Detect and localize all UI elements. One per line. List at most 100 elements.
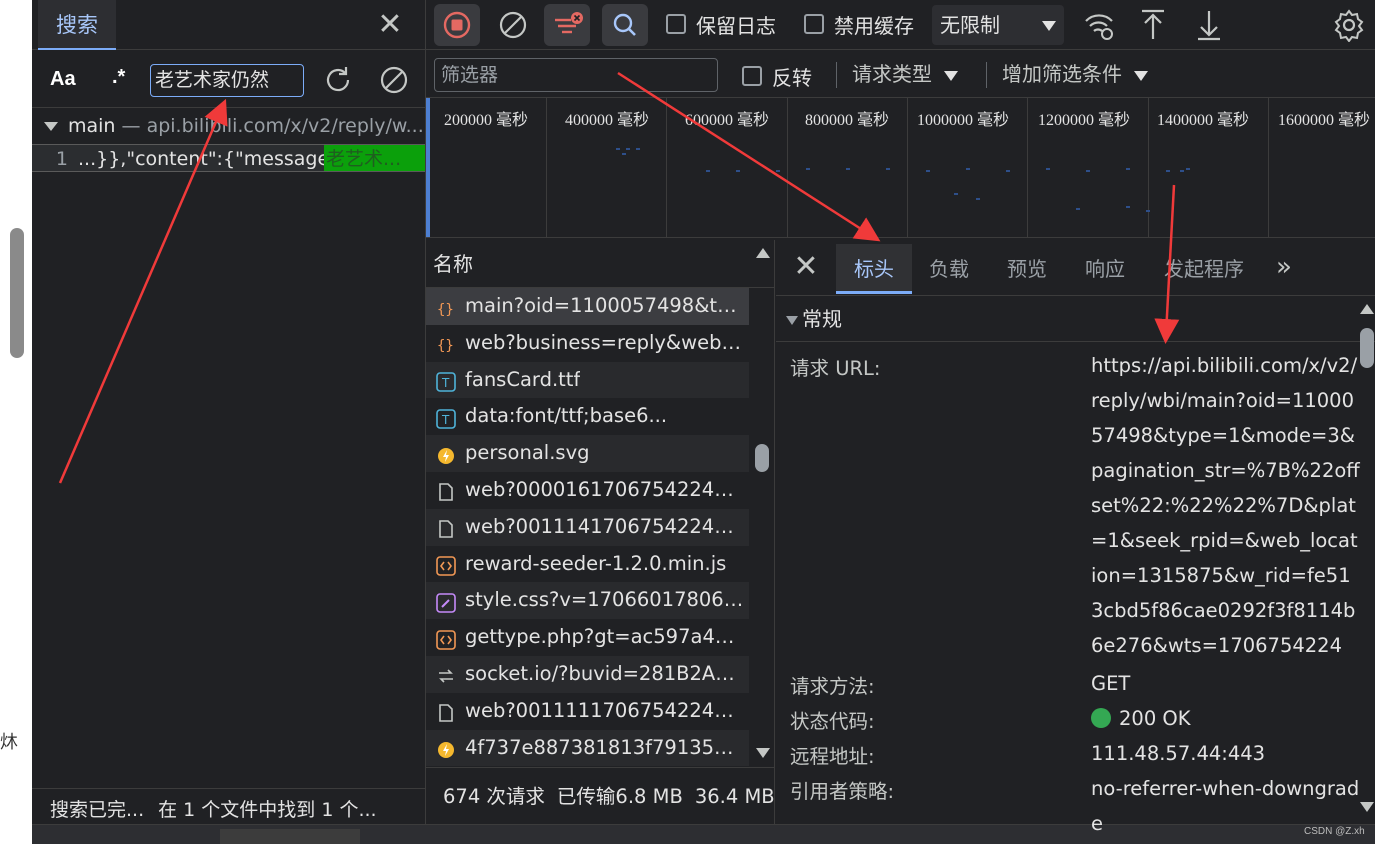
drawer-tab[interactable]	[220, 829, 360, 844]
filter-input[interactable]: 筛选器	[434, 58, 718, 92]
overview-activity-mark	[1180, 170, 1184, 172]
scroll-thumb[interactable]	[755, 444, 769, 472]
script-icon	[436, 552, 456, 576]
request-row[interactable]: style.css?v=1706601780666	[426, 582, 749, 620]
scroll-down-icon[interactable]	[756, 748, 770, 758]
record-stop-button[interactable]	[434, 4, 480, 46]
tab-search[interactable]: 搜索	[38, 0, 116, 50]
network-overview[interactable]: 200000 毫秒 400000 毫秒 600000 毫秒 800000 毫秒 …	[426, 98, 1375, 238]
scroll-down-icon[interactable]	[1360, 802, 1374, 812]
overview-window-handle[interactable]	[426, 98, 430, 237]
overview-gridline	[1027, 98, 1028, 237]
image-icon	[436, 442, 456, 464]
tab-initiator[interactable]: 发起程序	[1152, 244, 1256, 294]
request-row[interactable]: web?000016170675422449...	[426, 472, 749, 509]
search-status-found: 在 1 个文件中找到 1 个...	[158, 799, 377, 821]
details-scrollbar[interactable]	[1358, 296, 1375, 824]
download-icon[interactable]	[1194, 8, 1224, 42]
overview-activity-mark	[616, 148, 620, 150]
search-input[interactable]: 老艺术家仍然	[150, 64, 304, 97]
request-row[interactable]: personal.svg	[426, 435, 749, 472]
section-general[interactable]: 常规	[776, 296, 1375, 342]
upload-icon[interactable]	[1138, 8, 1168, 42]
status-code-label: 状态代码:	[790, 710, 875, 733]
search-result-file[interactable]: main — api.bilibili.com/x/v2/reply/w...	[32, 108, 425, 144]
search-result-match[interactable]: 1 ...}},"content":{"message":" 老艺术...	[32, 144, 425, 172]
json-icon: {}	[436, 295, 456, 318]
gear-icon[interactable]	[1332, 8, 1366, 42]
overview-gridline	[1268, 98, 1269, 237]
expand-triangle-icon[interactable]	[44, 122, 58, 131]
filter-separator	[836, 62, 837, 88]
overview-activity-mark	[1146, 210, 1150, 212]
request-row[interactable]: 4f737e887381813f7913522c...	[426, 729, 749, 767]
result-file-url: — api.bilibili.com/x/v2/reply/w...	[115, 115, 424, 137]
request-name: web?business=reply&web_l...	[465, 330, 745, 354]
close-icon[interactable]: ✕	[792, 252, 820, 282]
disable-cache-checkbox[interactable]	[804, 14, 824, 34]
request-method-row: 请求方法: GET	[776, 666, 1356, 701]
request-name: data:font/ttf;base6...	[465, 404, 668, 428]
request-row[interactable]: socket.io/?buvid=281B2A4B...	[426, 655, 749, 693]
request-list-scrollbar[interactable]	[752, 240, 774, 767]
invert-checkbox[interactable]	[742, 66, 762, 86]
overview-tick-label: 1200000 毫秒	[1038, 112, 1131, 129]
more-filters-dropdown[interactable]: 增加筛选条件	[1002, 58, 1148, 87]
request-name: 4f737e887381813f7913522c...	[465, 735, 745, 759]
scroll-thumb[interactable]	[1360, 328, 1374, 368]
request-row[interactable]: web?001111170675422474...	[426, 693, 749, 730]
request-row[interactable]: reward-seeder-1.2.0.min.js	[426, 546, 749, 583]
page-background-strip: 炑	[0, 0, 32, 844]
tab-response[interactable]: 响应	[1070, 244, 1140, 294]
stylesheet-icon	[436, 589, 456, 613]
status-code-value[interactable]: 200 OK	[1119, 707, 1191, 730]
filter-separator	[986, 62, 987, 88]
network-conditions-icon[interactable]	[1082, 8, 1116, 42]
request-type-dropdown[interactable]: 请求类型	[852, 58, 958, 87]
page-scrollbar[interactable]	[10, 228, 24, 358]
remote-address-value[interactable]: 111.48.57.44:443	[1091, 736, 1361, 771]
match-case-button[interactable]: Aa	[50, 68, 76, 91]
remote-address-row: 远程地址: 111.48.57.44:443	[776, 736, 1356, 771]
tab-preview[interactable]: 预览	[992, 244, 1062, 294]
more-tabs-icon[interactable]: »	[1276, 252, 1292, 282]
tab-headers[interactable]: 标头	[836, 244, 912, 294]
request-row[interactable]: web?001114170675422458...	[426, 508, 749, 546]
tab-payload[interactable]: 负载	[914, 244, 984, 294]
overview-activity-mark	[926, 170, 930, 172]
search-button[interactable]	[602, 4, 648, 46]
chevron-down-icon	[1042, 21, 1056, 31]
transferred-size: 已传输6.8 MB	[556, 785, 683, 808]
scroll-up-icon[interactable]	[1360, 304, 1374, 314]
request-row[interactable]: Tdata:font/ttf;base6...	[426, 398, 749, 435]
json-icon: {}	[436, 331, 456, 354]
chevron-down-icon	[944, 70, 958, 81]
request-row[interactable]: gettype.php?gt=ac597a450...	[426, 619, 749, 656]
search-toolbar: Aa .* 老艺术家仍然	[32, 50, 425, 108]
request-name: socket.io/?buvid=281B2A4B...	[465, 662, 745, 686]
font-icon: T	[436, 405, 456, 429]
filter-toggle-button[interactable]	[544, 4, 590, 46]
request-row[interactable]: TfansCard.ttf	[426, 361, 749, 399]
status-code-value-wrap: 200 OK	[1091, 701, 1361, 736]
column-header-name[interactable]: 名称	[426, 240, 774, 288]
request-name: web?001114170675422458...	[465, 514, 745, 538]
request-url-value[interactable]: https://api.bilibili.com/x/v2/reply/wbi/…	[1091, 348, 1361, 663]
overview-activity-mark	[966, 168, 970, 170]
overview-gridline	[787, 98, 788, 237]
overview-activity-mark	[1126, 168, 1130, 170]
regex-button[interactable]: .*	[112, 66, 125, 89]
request-row[interactable]: {} web?business=reply&web_l...	[426, 325, 749, 362]
request-name: fansCard.ttf	[465, 367, 581, 391]
scroll-up-icon[interactable]	[756, 248, 770, 258]
close-icon[interactable]: ✕	[376, 10, 404, 40]
clear-log-button[interactable]	[490, 4, 536, 46]
clear-icon[interactable]	[378, 64, 410, 96]
request-method-value[interactable]: GET	[1091, 666, 1361, 701]
throttle-select[interactable]: 无限制	[932, 5, 1064, 45]
overview-activity-mark	[976, 198, 980, 200]
clear-icon	[499, 11, 527, 39]
preserve-log-checkbox[interactable]	[666, 14, 686, 34]
request-row[interactable]: {} main?oid=1100057498&typ...	[426, 288, 749, 325]
refresh-icon[interactable]	[322, 64, 354, 96]
